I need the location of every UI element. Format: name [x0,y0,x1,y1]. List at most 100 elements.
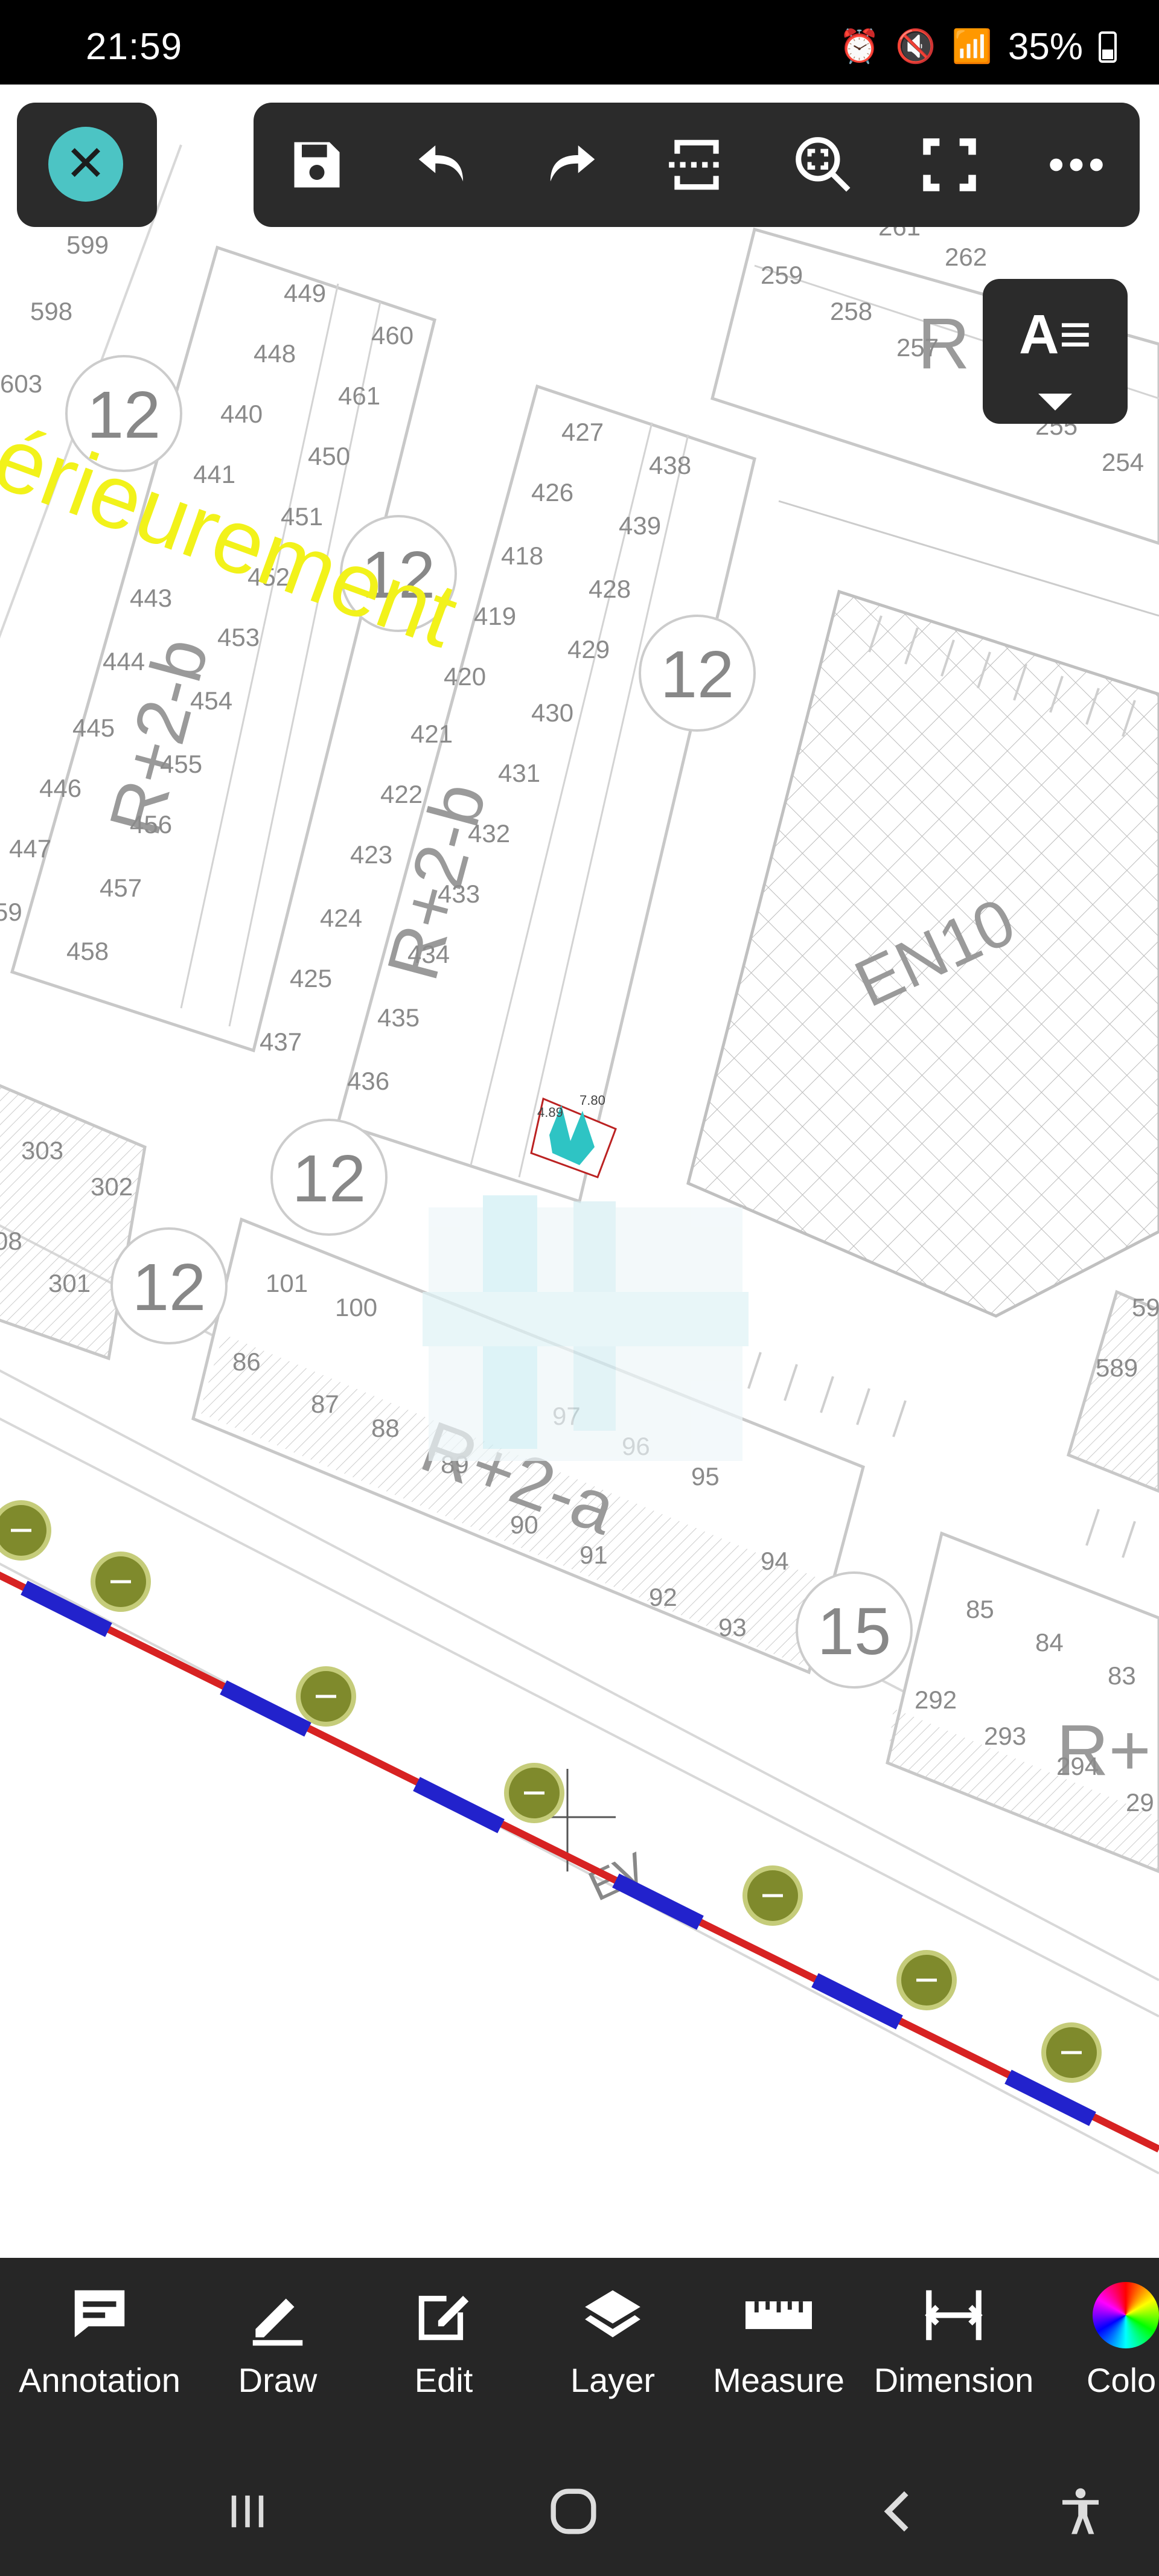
svg-text:259: 259 [761,261,803,289]
svg-text:453: 453 [217,623,260,651]
svg-text:257: 257 [896,333,939,362]
svg-text:262: 262 [945,243,987,271]
svg-text:445: 445 [72,714,115,742]
status-bar: 21:59 ⏰ 🔇 📶 35% [0,0,1159,85]
svg-text:449: 449 [284,279,326,307]
edit-icon [392,2270,495,2360]
svg-text:302: 302 [91,1172,133,1201]
svg-text:455: 455 [160,750,202,778]
svg-text:603: 603 [0,369,42,398]
alarm-icon: ⏰ [839,28,880,65]
svg-text:292: 292 [915,1686,957,1714]
bottom-bar: Annotation Draw Edit Layer Measure Dimen… [0,2258,1159,2576]
pole-marker-icon [91,1552,151,1612]
svg-text:430: 430 [531,698,573,727]
svg-text:12: 12 [132,1250,206,1325]
accessibility-icon[interactable] [1050,2481,1111,2542]
text-panel-button[interactable]: A≡ [983,279,1128,424]
svg-text:421: 421 [410,720,453,748]
svg-text:08: 08 [0,1227,22,1255]
svg-text:440: 440 [220,400,263,428]
top-toolbar [254,103,1140,227]
tool-draw[interactable]: Draw [223,2270,332,2427]
svg-text:436: 436 [347,1067,389,1095]
svg-text:427: 427 [561,418,604,446]
road-width-circle: 15 [796,1571,913,1689]
zone-en10 [686,500,1159,1318]
svg-text:454: 454 [190,686,232,715]
fullscreen-icon[interactable] [913,129,986,201]
tool-measure[interactable]: Measure [706,2270,851,2427]
redo-icon[interactable] [534,129,606,201]
svg-text:301: 301 [48,1269,91,1297]
svg-text:93: 93 [718,1613,747,1641]
dropdown-triangle-icon [1038,394,1072,411]
status-time: 21:59 [86,26,183,68]
pole-marker-icon [296,1666,356,1727]
color-wheel-icon [1074,2270,1159,2360]
svg-text:424: 424 [320,904,362,932]
close-button[interactable]: ✕ [17,103,157,227]
svg-text:84: 84 [1035,1628,1064,1657]
zoom-fit-icon[interactable] [787,129,860,201]
text-style-icon: A≡ [1019,304,1092,365]
road-width-circle: 12 [639,615,756,732]
annotation-icon [12,2270,187,2360]
svg-text:444: 444 [103,647,145,676]
svg-text:598: 598 [30,297,72,325]
more-icon[interactable] [1040,129,1113,201]
svg-text:294: 294 [1056,1752,1099,1780]
svg-text:59: 59 [1132,1293,1159,1322]
tool-edit[interactable]: Edit [392,2270,495,2427]
status-icons: ⏰ 🔇 📶 35% [839,25,1117,68]
svg-text:458: 458 [66,937,109,965]
recent-apps-icon[interactable] [217,2481,278,2542]
svg-text:589: 589 [1096,1354,1138,1382]
svg-text:12: 12 [660,638,734,712]
svg-text:92: 92 [649,1583,677,1611]
svg-text:87: 87 [311,1390,339,1418]
svg-text:429: 429 [567,635,610,663]
pole-marker-icon [896,1950,957,2010]
tool-color[interactable]: Colo [1074,2270,1159,2427]
svg-text:434: 434 [407,940,450,968]
layers-icon [561,2270,664,2360]
tool-layer[interactable]: Layer [561,2270,664,2427]
svg-text:303: 303 [21,1136,63,1165]
svg-text:425: 425 [290,964,332,992]
svg-text:426: 426 [531,478,573,507]
svg-text:12: 12 [292,1142,366,1216]
blurred-region [423,1195,749,1461]
svg-text:258: 258 [830,297,872,325]
save-icon[interactable] [281,129,353,201]
mute-icon: 🔇 [895,28,936,65]
home-icon[interactable] [543,2481,604,2542]
section-icon[interactable] [660,129,733,201]
back-icon[interactable] [869,2481,930,2542]
svg-text:446: 446 [39,774,81,802]
pencil-icon [223,2270,332,2360]
svg-text:461: 461 [338,382,380,410]
dim-label: 7.80 [580,1093,605,1108]
svg-text:422: 422 [380,780,423,808]
svg-text:90: 90 [510,1510,538,1539]
svg-text:83: 83 [1108,1661,1136,1690]
svg-text:428: 428 [589,575,631,603]
pole-marker-icon [1041,2022,1102,2083]
svg-text:443: 443 [130,584,172,612]
svg-text:15: 15 [817,1594,891,1669]
svg-text:432: 432 [468,819,510,848]
undo-icon[interactable] [407,129,480,201]
close-icon[interactable]: ✕ [48,127,123,202]
tool-annotation[interactable]: Annotation [12,2270,187,2427]
dim-label: 4.89 [537,1105,563,1120]
svg-text:91: 91 [580,1541,608,1569]
system-nav-bar [0,2457,1159,2566]
road-width-circle: 12 [110,1227,228,1344]
tool-dimension[interactable]: Dimension [869,2270,1038,2427]
battery-percent: 35% [1007,26,1083,68]
svg-text:450: 450 [308,442,350,470]
road-width-circle: 12 [270,1119,388,1236]
svg-text:95: 95 [691,1462,720,1491]
pole-marker-icon [504,1763,564,1823]
